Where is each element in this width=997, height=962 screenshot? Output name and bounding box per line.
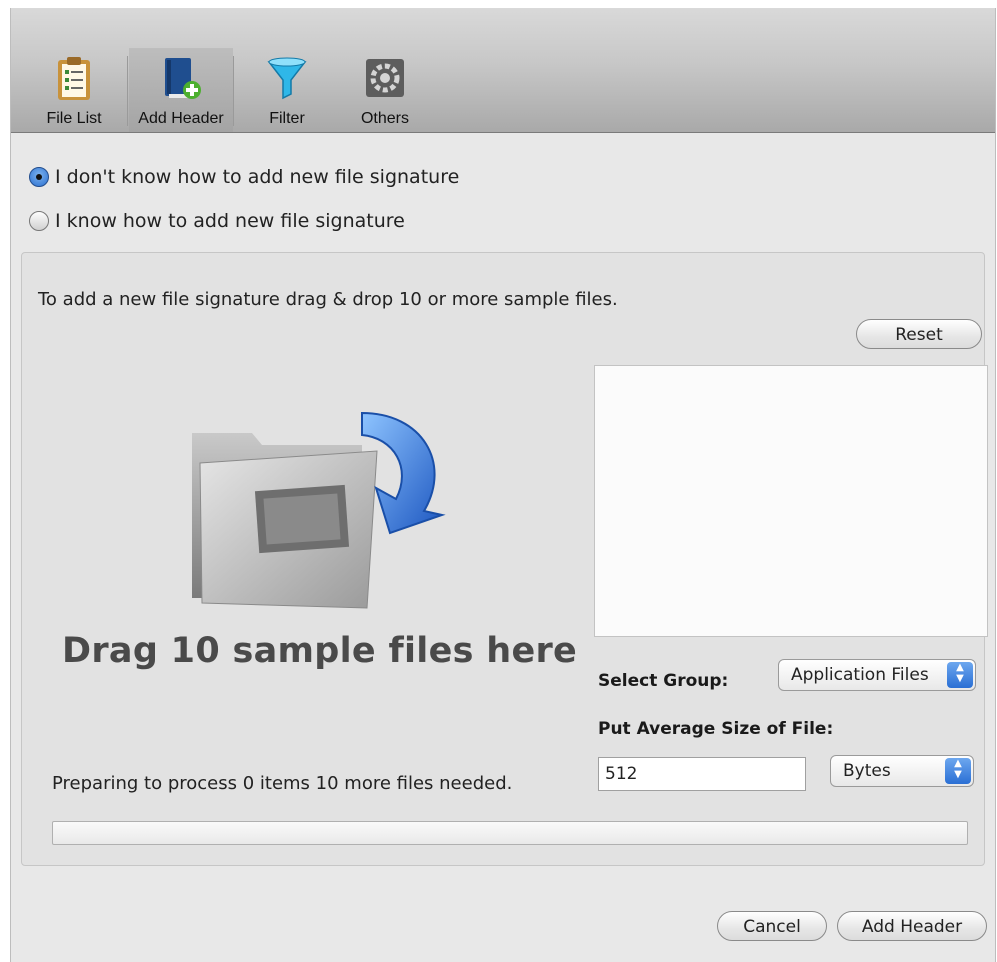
radio-label: I don't know how to add new file signatu… [55,166,460,188]
gear-icon [366,59,404,97]
sample-files-list[interactable] [594,365,988,637]
size-unit-value: Bytes [843,761,891,781]
chevron-updown-icon: ▲ ▼ [945,758,971,784]
chevron-updown-icon: ▲ ▼ [947,662,973,688]
radio-button-selected[interactable] [29,167,49,187]
size-unit-dropdown[interactable]: Bytes ▲ ▼ [830,755,974,787]
reset-button[interactable]: Reset [856,319,982,349]
toolbar-separator [233,56,234,126]
signature-panel: To add a new file signature drag & drop … [21,252,988,866]
status-text: Preparing to process 0 items 10 more fil… [52,773,513,794]
radio-dont-know[interactable]: I don't know how to add new file signatu… [29,162,459,192]
toolbar-label: Add Header [138,110,224,127]
toolbar-filter[interactable]: Filter [251,48,323,132]
avg-size-input[interactable]: 512 [598,757,806,791]
radio-know[interactable]: I know how to add new file signature [29,206,405,236]
app-window: File List Add Header Filter Others I don… [10,8,996,962]
funnel-icon [267,57,307,100]
toolbar-file-list[interactable]: File List [39,48,109,132]
select-group-value: Application Files [791,665,929,685]
avg-size-label: Put Average Size of File: [598,719,834,739]
book-add-icon [165,58,201,99]
radio-button[interactable] [29,211,49,231]
toolbar-separator [127,56,128,126]
instruction-text: To add a new file signature drag & drop … [38,289,618,310]
drop-zone-label: Drag 10 sample files here [62,631,578,671]
toolbar-add-header[interactable]: Add Header [129,48,233,132]
select-group-label: Select Group: [598,671,729,691]
folder-drop-icon [192,411,446,609]
select-group-dropdown[interactable]: Application Files ▲ ▼ [778,659,976,691]
drop-zone[interactable] [162,393,452,643]
radio-label: I know how to add new file signature [55,210,405,232]
progress-bar [52,821,968,845]
add-header-button[interactable]: Add Header [837,911,987,941]
cancel-button[interactable]: Cancel [717,911,827,941]
toolbar: File List Add Header Filter Others [11,8,995,133]
toolbar-label: File List [46,110,102,127]
toolbar-label: Others [360,110,409,127]
toolbar-label: Filter [269,110,305,127]
toolbar-others[interactable]: Others [345,48,425,132]
clipboard-list-icon [58,57,90,100]
